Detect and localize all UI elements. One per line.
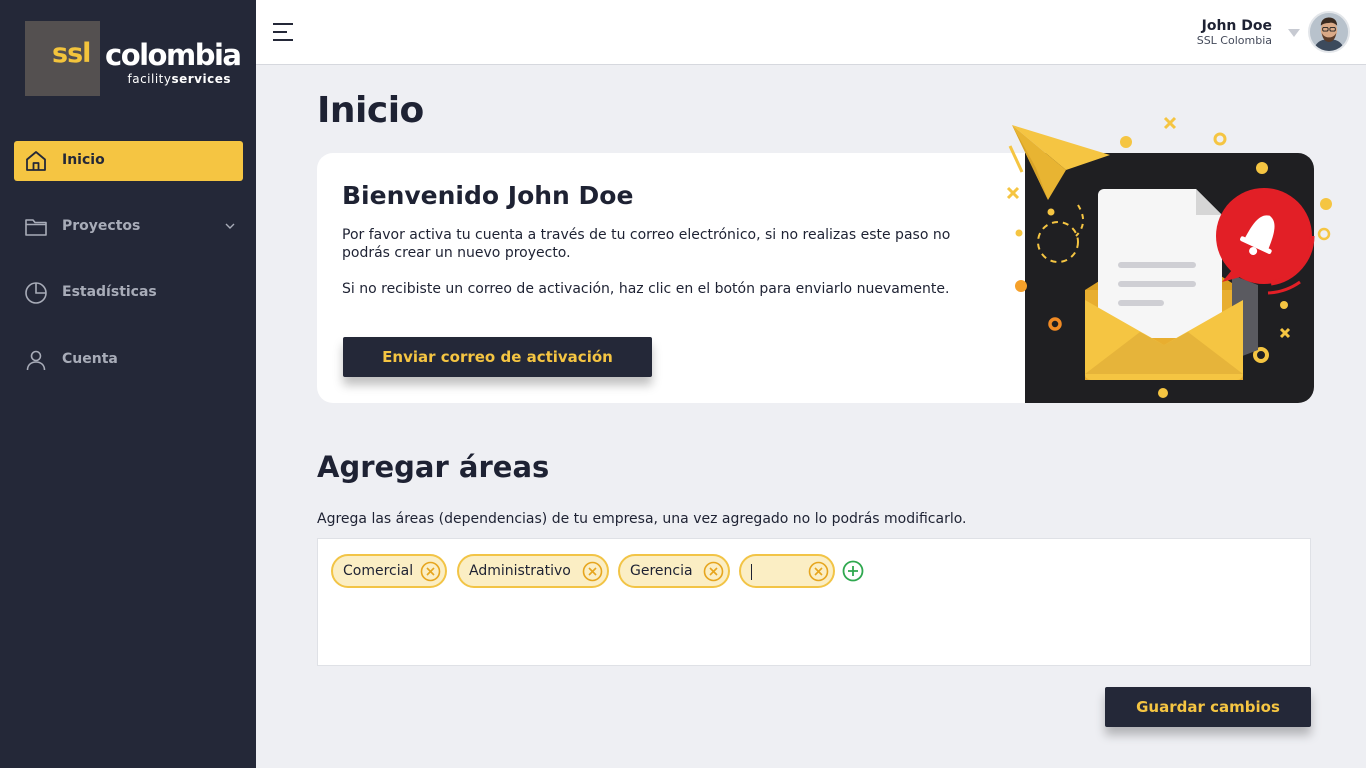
top-header: John Doe SSL Colombia [256, 0, 1366, 65]
area-tag: Gerencia [618, 554, 730, 588]
area-tag-label: Gerencia [630, 563, 693, 579]
welcome-resend-message: Si no recibiste un correo de activación,… [342, 281, 950, 297]
area-tag-label: Administrativo [469, 563, 571, 579]
sidebar-item-label: Estadísticas [62, 284, 157, 300]
sidebar-item-inicio[interactable]: Inicio [14, 141, 243, 181]
remove-tag-icon[interactable] [582, 561, 603, 582]
new-area-input[interactable] [739, 554, 835, 588]
sidebar-item-estadisticas[interactable]: Estadísticas [14, 273, 243, 313]
area-tag: Administrativo [457, 554, 609, 588]
caret-down-icon[interactable] [1288, 28, 1300, 38]
areas-description: Agrega las áreas (dependencias) de tu em… [317, 511, 967, 527]
sidebar-item-label: Cuenta [62, 351, 118, 367]
pie-chart-icon [25, 282, 47, 304]
sidebar-item-proyectos[interactable]: Proyectos [14, 207, 243, 247]
avatar-photo [1310, 13, 1348, 51]
page-title: Inicio [317, 90, 424, 131]
folder-icon [25, 219, 47, 236]
welcome-message: Por favor activa tu cuenta a través de t… [342, 227, 951, 261]
areas-section-title: Agregar áreas [317, 450, 550, 484]
logo-ssl-text: ssl [52, 38, 91, 69]
logo-subtitle-light: facility [127, 72, 172, 86]
logo-name-text: colombia [105, 38, 242, 72]
logo-subtitle: facilityservices [127, 72, 231, 86]
logo-subtitle-bold: services [171, 72, 231, 86]
user-icon [26, 350, 46, 371]
chevron-down-icon[interactable] [223, 219, 237, 233]
sidebar: ssl colombia facilityservices Inicio Pro… [0, 0, 256, 768]
welcome-heading: Bienvenido John Doe [342, 181, 634, 210]
hamburger-menu-icon[interactable] [272, 21, 294, 43]
remove-tag-icon[interactable] [703, 561, 724, 582]
area-tag: Comercial [331, 554, 447, 588]
add-area-icon[interactable] [842, 560, 864, 582]
send-activation-email-button[interactable]: Enviar correo de activación [343, 337, 652, 377]
clear-input-icon[interactable] [808, 561, 829, 582]
sidebar-item-cuenta[interactable]: Cuenta [14, 340, 243, 380]
user-name: John Doe [1201, 18, 1272, 34]
save-changes-button[interactable]: Guardar cambios [1105, 687, 1311, 727]
brand-logo[interactable]: ssl colombia facilityservices [25, 21, 242, 96]
area-tag-label: Comercial [343, 563, 414, 579]
areas-tag-input[interactable]: Comercial Administrativo Gerencia [317, 538, 1311, 666]
user-company: SSL Colombia [1196, 34, 1272, 47]
remove-tag-icon[interactable] [420, 561, 441, 582]
text-cursor [751, 564, 752, 580]
avatar[interactable] [1308, 11, 1350, 53]
email-notification-illustration [1006, 116, 1332, 403]
sidebar-item-label: Inicio [62, 152, 105, 168]
home-icon [26, 151, 46, 171]
sidebar-item-label: Proyectos [62, 218, 141, 234]
